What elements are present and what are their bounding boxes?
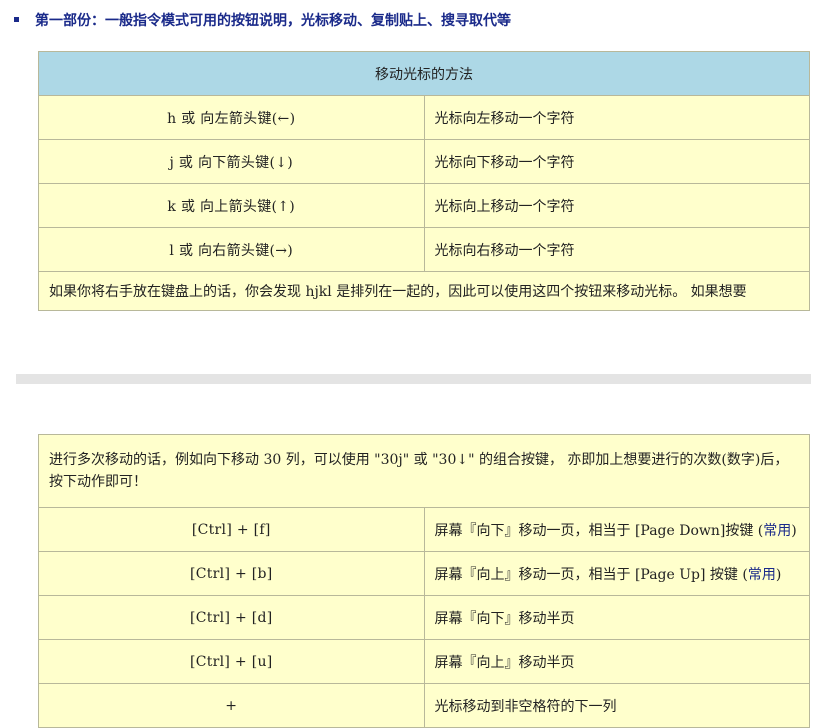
key-cell: [Ctrl] + [b]	[38, 551, 425, 596]
key-cell: k 或 向上箭头键(↑)	[38, 183, 425, 228]
common-tag: 常用	[763, 522, 792, 539]
table-row: [Ctrl] + [u] 屏幕『向上』移动半页	[38, 639, 810, 684]
key-cell: h 或 向左箭头键(←)	[38, 95, 425, 140]
description-cell: 光标向上移动一个字符	[423, 183, 810, 228]
description-cell: 屏幕『向下』移动一页，相当于 [Page Down]按键 (常用)	[423, 507, 810, 552]
description-cell: 屏幕『向下』移动半页	[423, 595, 810, 640]
table-intro: 进行多次移动的话，例如向下移动 30 列，可以使用 "30j" 或 "30↓" …	[38, 434, 810, 508]
description-cell: 光标向左移动一个字符	[423, 95, 810, 140]
table-row: l 或 向右箭头键(→) 光标向右移动一个字符	[38, 227, 810, 272]
table-row: k 或 向上箭头键(↑) 光标向上移动一个字符	[38, 183, 810, 228]
key-cell: [Ctrl] + [d]	[38, 595, 425, 640]
key-cell: j 或 向下箭头键(↓)	[38, 139, 425, 184]
page-scroll-table: 进行多次移动的话，例如向下移动 30 列，可以使用 "30j" 或 "30↓" …	[38, 434, 810, 728]
key-cell: [Ctrl] + [f]	[38, 507, 425, 552]
description-tail: )	[791, 522, 797, 539]
table-note: 如果你将右手放在键盘上的话，你会发现 hjkl 是排列在一起的，因此可以使用这四…	[38, 271, 810, 311]
description-tail: )	[775, 566, 782, 583]
description-text: 屏幕『向下』移动半页	[434, 610, 575, 627]
key-cell: [Ctrl] + [u]	[38, 639, 425, 684]
table-row: h 或 向左箭头键(←) 光标向左移动一个字符	[38, 95, 810, 140]
description-text: 屏幕『向下』移动一页，相当于 [Page Down]按键 (	[434, 522, 764, 539]
description-text: 光标移动到非空格符的下一列	[434, 698, 617, 715]
section-heading-text: 第一部份：一般指令模式可用的按钮说明，光标移动、复制贴上、搜寻取代等	[35, 13, 511, 29]
table-note-row: 如果你将右手放在键盘上的话，你会发现 hjkl 是排列在一起的，因此可以使用这四…	[38, 271, 810, 311]
table-row: + 光标移动到非空格符的下一列	[38, 683, 810, 728]
key-cell: l 或 向右箭头键(→)	[38, 227, 425, 272]
description-cell: 光标向右移动一个字符	[423, 227, 810, 272]
table-row: j 或 向下箭头键(↓) 光标向下移动一个字符	[38, 139, 810, 184]
page-divider	[16, 374, 811, 384]
table-row: [Ctrl] + [b] 屏幕『向上』移动一页，相当于 [Page Up] 按键…	[38, 551, 810, 596]
table-intro-row: 进行多次移动的话，例如向下移动 30 列，可以使用 "30j" 或 "30↓" …	[38, 434, 810, 508]
section-heading: 第一部份：一般指令模式可用的按钮说明，光标移动、复制贴上、搜寻取代等	[14, 10, 511, 32]
description-text: 屏幕『向上』移动半页	[434, 654, 575, 671]
description-text: 屏幕『向上』移动一页，相当于 [Page Up] 按键 (	[434, 566, 748, 583]
description-cell: 光标移动到非空格符的下一列	[423, 683, 810, 728]
description-cell: 屏幕『向上』移动一页，相当于 [Page Up] 按键 (常用)	[423, 551, 810, 596]
key-cell: +	[38, 683, 425, 728]
square-bullet-icon	[14, 16, 19, 22]
table-row: [Ctrl] + [f] 屏幕『向下』移动一页，相当于 [Page Down]按…	[38, 507, 810, 552]
table-row: [Ctrl] + [d] 屏幕『向下』移动半页	[38, 595, 810, 640]
common-tag: 常用	[747, 566, 776, 583]
cursor-movement-table: 移动光标的方法 h 或 向左箭头键(←) 光标向左移动一个字符 j 或 向下箭头…	[38, 51, 810, 311]
description-cell: 光标向下移动一个字符	[423, 139, 810, 184]
description-cell: 屏幕『向上』移动半页	[423, 639, 810, 684]
table-header: 移动光标的方法	[38, 51, 810, 96]
